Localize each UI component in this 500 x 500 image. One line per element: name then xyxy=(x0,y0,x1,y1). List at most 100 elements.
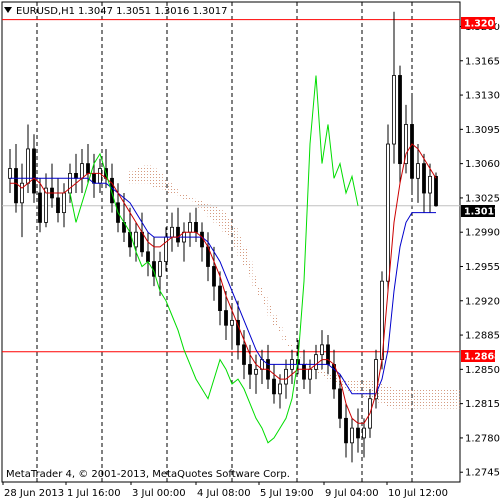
candle xyxy=(320,330,324,370)
y-tick-label: 1.3025 xyxy=(465,193,500,204)
x-tick-label: 28 Jun 2013 xyxy=(4,488,64,499)
y-tick-label: 1.3165 xyxy=(465,56,500,67)
cloud-segment xyxy=(142,165,148,184)
y-tick-label: 1.3095 xyxy=(465,125,500,136)
cloud-segment xyxy=(227,217,233,238)
cloud-segment xyxy=(192,198,198,203)
cloud-segment xyxy=(302,361,308,364)
candle xyxy=(254,354,258,394)
candle xyxy=(206,232,210,282)
candle xyxy=(362,418,366,458)
cloud-segment xyxy=(411,388,417,409)
cloud-segment xyxy=(252,276,258,287)
cloud-segment xyxy=(207,204,213,218)
copyright-text: MetaTrader 4, © 2001-2013, MetaQuotes So… xyxy=(6,469,290,480)
candle xyxy=(86,144,90,184)
cloud-segment xyxy=(287,344,293,348)
x-tick-label: 5 Jul 19:00 xyxy=(260,488,314,499)
y-tick-label: 1.2955 xyxy=(465,262,500,273)
cloud-segment xyxy=(431,388,437,409)
cloud-segment xyxy=(177,193,183,197)
price-chart[interactable]: 1.32001.31651.31301.30951.30601.30251.29… xyxy=(0,0,500,500)
cloud-segment xyxy=(222,212,228,233)
cloud-segment xyxy=(401,388,407,409)
candle xyxy=(32,134,36,203)
chart-header: EURUSD,H1 1.3047 1.3051 1.3016 1.3017 xyxy=(4,6,228,17)
x-tick-label: 9 Jul 04:00 xyxy=(325,488,379,499)
candle xyxy=(314,344,318,380)
candle xyxy=(44,173,48,228)
plot-frame xyxy=(1,1,461,483)
cloud-segment xyxy=(381,385,387,405)
low-line-tag: 1.2868 xyxy=(464,352,500,363)
candle xyxy=(344,403,348,458)
candle xyxy=(188,212,192,247)
cloud-segment xyxy=(132,169,138,184)
cloud-segment xyxy=(202,202,208,213)
candle xyxy=(404,104,408,174)
y-tick-label: 1.2815 xyxy=(465,399,500,410)
cloud-segment xyxy=(282,335,288,340)
candle xyxy=(260,349,264,385)
x-tick-label: 1 Jul 16:00 xyxy=(67,488,121,499)
cloud-segment xyxy=(446,388,452,409)
cloud-segment xyxy=(357,379,363,395)
cloud-segment xyxy=(262,295,268,306)
y-tick-label: 1.3130 xyxy=(465,91,500,102)
cloud-segment xyxy=(317,369,323,375)
y-tick-label: 1.3060 xyxy=(465,159,500,170)
chart-window[interactable]: 1.32001.31651.31301.30951.30601.30251.29… xyxy=(0,0,500,500)
cloud-segment xyxy=(212,206,218,223)
time-axis[interactable]: 28 Jun 2013 1 Jul 16:00 3 Jul 00:00 4 Jul 0… xyxy=(2,482,448,499)
cloud-segment xyxy=(172,188,178,195)
candle xyxy=(392,11,396,164)
price-axis[interactable]: 1.32001.31651.31301.30951.30601.30251.29… xyxy=(460,22,500,479)
ohlc-values: 1.3047 1.3051 1.3016 1.3017 xyxy=(78,6,228,17)
dropdown-triangle-icon[interactable] xyxy=(4,7,12,13)
x-tick-label: 3 Jul 00:00 xyxy=(132,488,186,499)
candle xyxy=(182,222,186,262)
bid-price-tag: 1.3017 xyxy=(464,207,500,218)
cloud-segment xyxy=(187,196,193,201)
cloud-segment xyxy=(152,168,158,188)
cloud-segment xyxy=(277,325,283,333)
cloud-segment xyxy=(157,173,163,190)
candle xyxy=(80,148,84,194)
candle xyxy=(92,153,96,198)
cloud-segment xyxy=(421,388,427,409)
cloud-segment xyxy=(322,371,328,378)
cloud-segment xyxy=(272,315,278,326)
cloud-segment xyxy=(247,261,253,277)
cloud-segment xyxy=(137,167,143,184)
cloud-segment xyxy=(352,379,358,393)
cloud-segment xyxy=(162,178,168,192)
y-tick-label: 1.2780 xyxy=(465,433,500,444)
cloud-segment xyxy=(451,388,457,409)
price-tag-low: 1.2868 xyxy=(461,350,500,363)
cloud-segment xyxy=(327,373,333,382)
cloud-segment xyxy=(426,388,432,409)
y-tick-label: 1.2885 xyxy=(465,331,500,342)
candle xyxy=(146,232,150,277)
candle xyxy=(416,144,420,203)
candle xyxy=(290,349,294,385)
candle xyxy=(272,364,276,404)
cloud-segment xyxy=(242,246,248,267)
price-tag-bid: 1.3017 xyxy=(461,205,500,218)
candle xyxy=(386,124,390,291)
cloud-segment xyxy=(217,208,223,228)
cloud-segment xyxy=(167,183,173,194)
cloud-segment xyxy=(267,305,273,316)
cloud-segment xyxy=(386,386,392,407)
candle xyxy=(398,65,402,184)
cloud-segment xyxy=(456,388,462,409)
candle xyxy=(350,418,354,463)
candle xyxy=(74,153,78,194)
y-tick-label: 1.2990 xyxy=(465,228,500,239)
cloud-segment xyxy=(396,388,402,409)
cloud-segment xyxy=(391,388,397,409)
candle xyxy=(38,178,42,233)
cloud-segment xyxy=(197,200,203,208)
y-tick-label: 1.2920 xyxy=(465,296,500,307)
y-tick-label: 1.2745 xyxy=(465,468,500,479)
